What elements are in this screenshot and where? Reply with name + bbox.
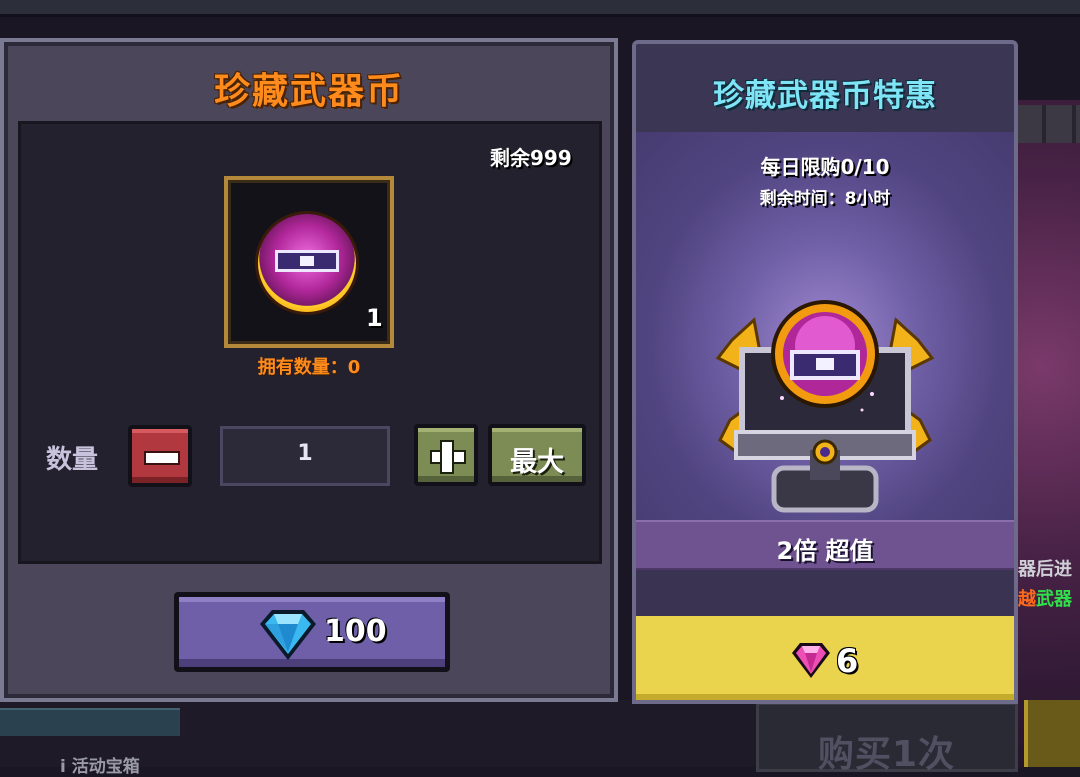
plus-icon-vertical: [440, 440, 454, 474]
offer-spacer: [636, 570, 1014, 616]
max-quantity-label: 最大: [510, 447, 564, 478]
coin-chest-emblem: [275, 250, 339, 272]
stock-remaining: 剩余999: [490, 146, 572, 170]
background-bricks: [1016, 105, 1080, 143]
daily-limit: 每日限购0/10: [760, 155, 890, 179]
minus-icon: [144, 451, 180, 465]
decrease-quantity-button[interactable]: [128, 425, 192, 487]
background-gold-edge: [1024, 700, 1080, 767]
top-bar: [0, 0, 1080, 17]
quantity-value: 1: [297, 441, 313, 466]
item-count: 1: [366, 304, 383, 332]
time-remaining: 剩余时间：8小时: [759, 189, 891, 209]
background-artwork: [1016, 100, 1080, 767]
trophy-coin-icon: [715, 300, 935, 513]
background-text-1: 器后进: [1018, 559, 1072, 580]
increase-quantity-button[interactable]: [414, 424, 478, 486]
max-quantity-button[interactable]: 最大: [488, 424, 586, 486]
pink-gem-icon: [792, 643, 830, 678]
quantity-label: 数量: [46, 445, 99, 475]
background-buy-label: 购买1次: [818, 734, 956, 775]
background-text-2a: 越: [1018, 589, 1036, 610]
value-ribbon-text: 2倍 超值: [776, 537, 874, 565]
blue-gem-icon: [260, 610, 316, 660]
purchase-dialog-title: 珍藏武器币: [213, 71, 404, 112]
purchase-price: 100: [324, 614, 387, 649]
owned-quantity: 拥有数量：0: [257, 357, 361, 378]
background-text-2: 越武器: [1018, 585, 1072, 611]
background-tab: [0, 708, 180, 736]
background-bottom-label: ⅰ 活动宝箱: [60, 757, 140, 777]
offer-dialog-title: 珍藏武器币特惠: [713, 78, 937, 114]
offer-price: 6: [836, 642, 859, 680]
background-text-2b: 武器: [1036, 589, 1072, 610]
